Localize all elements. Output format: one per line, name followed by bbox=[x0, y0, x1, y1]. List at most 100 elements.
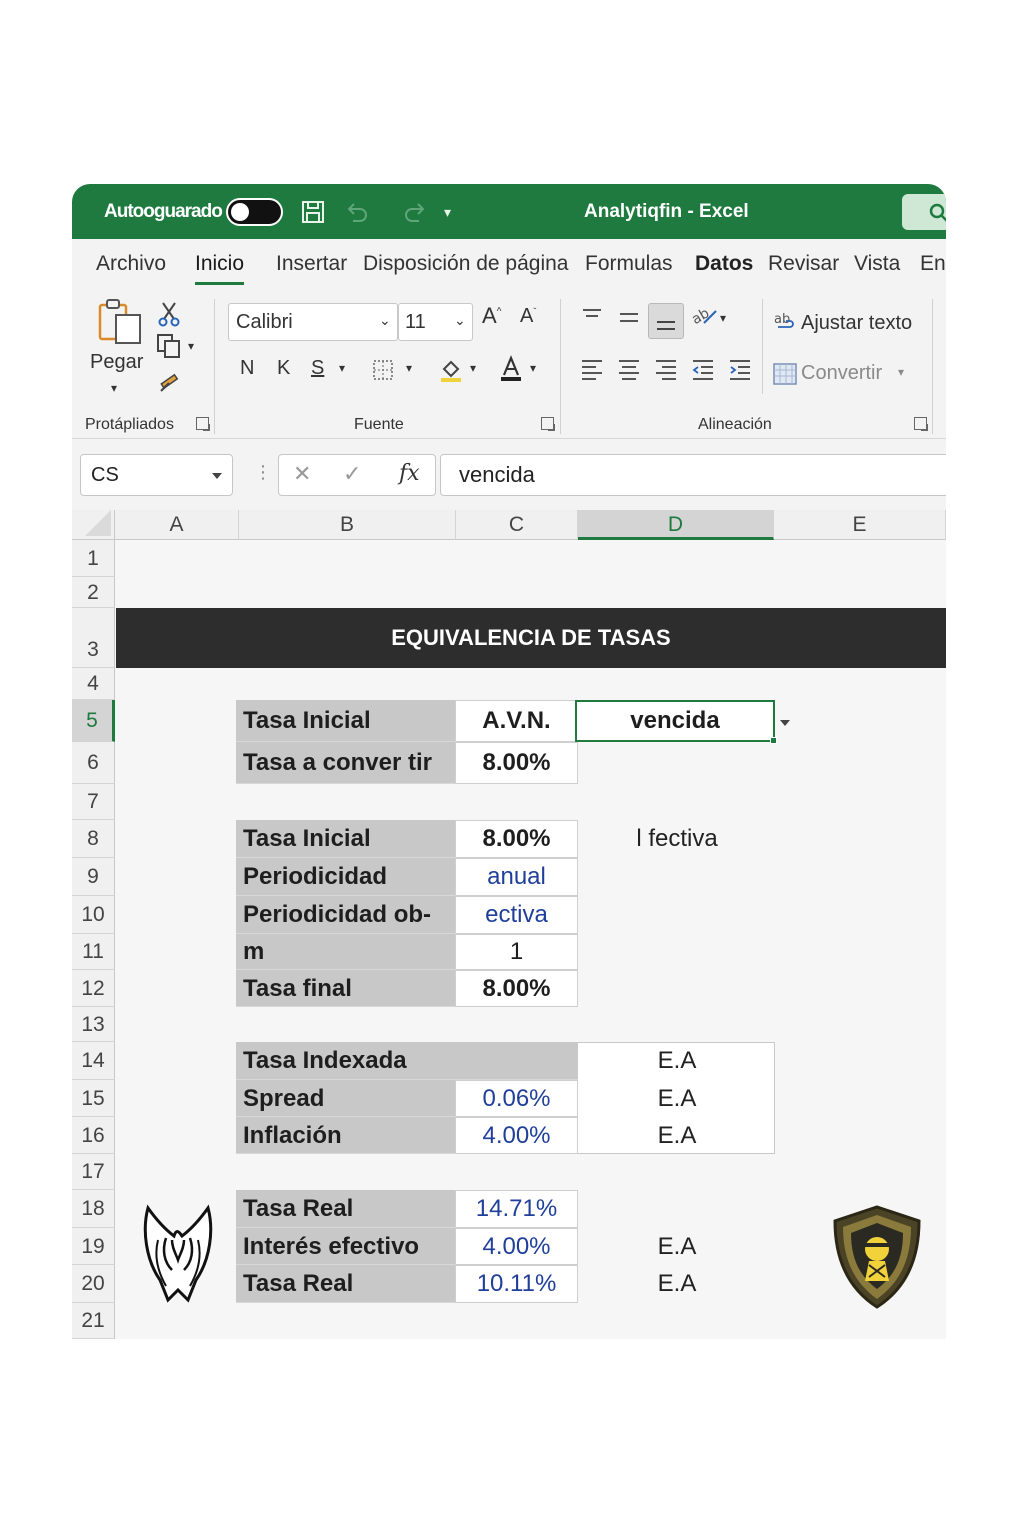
tab-disposicion[interactable]: Disposición de página bbox=[363, 252, 568, 276]
tab-insertar[interactable]: Insertar bbox=[276, 252, 347, 276]
cell-b15[interactable]: Spread bbox=[236, 1080, 456, 1117]
row-header-1[interactable]: 1 bbox=[72, 540, 115, 577]
row-header-19[interactable]: 19 bbox=[72, 1228, 115, 1265]
row-header-20[interactable]: 20 bbox=[72, 1265, 115, 1303]
align-left-icon[interactable] bbox=[580, 357, 604, 388]
cell-b11[interactable]: m bbox=[236, 934, 456, 970]
underline-button[interactable]: S bbox=[311, 357, 324, 380]
align-right-icon[interactable] bbox=[654, 357, 678, 388]
decrease-indent-icon[interactable] bbox=[691, 357, 715, 388]
underline-dropdown-icon[interactable]: ▾ bbox=[339, 361, 345, 375]
cell-d14[interactable]: E.A bbox=[632, 1042, 722, 1080]
column-header-b[interactable]: B bbox=[239, 510, 456, 540]
tab-en[interactable]: En bbox=[920, 252, 946, 276]
cell-c12[interactable]: 8.00% bbox=[455, 970, 578, 1007]
sheet-banner[interactable]: EQUIVALENCIA DE TASAS bbox=[116, 608, 946, 668]
cell-b18[interactable]: Tasa Real bbox=[236, 1190, 456, 1228]
cell-b19[interactable]: Interés efectivo bbox=[236, 1228, 456, 1265]
row-header-12[interactable]: 12 bbox=[72, 970, 115, 1007]
row-header-4[interactable]: 4 bbox=[72, 668, 115, 700]
font-size-box[interactable]: 11 ⌄ bbox=[398, 303, 473, 341]
merge-dropdown-icon[interactable]: ▾ bbox=[898, 365, 904, 379]
fill-color-dropdown-icon[interactable]: ▾ bbox=[470, 361, 476, 375]
cell-c10[interactable]: ectiva bbox=[455, 896, 578, 934]
name-box[interactable]: CS bbox=[80, 454, 233, 496]
font-color-icon[interactable] bbox=[498, 355, 524, 388]
cell-d8[interactable]: l fectiva bbox=[612, 820, 742, 858]
align-bottom-button[interactable] bbox=[648, 303, 684, 339]
paste-button[interactable] bbox=[96, 297, 146, 350]
row-header-14[interactable]: 14 bbox=[72, 1042, 115, 1080]
row-header-9[interactable]: 9 bbox=[72, 858, 115, 896]
row-header-16[interactable]: 16 bbox=[72, 1117, 115, 1154]
redo-icon[interactable] bbox=[402, 199, 428, 231]
column-header-c[interactable]: C bbox=[456, 510, 578, 540]
wrap-text-icon[interactable]: ab bbox=[774, 307, 798, 338]
search-button[interactable] bbox=[902, 194, 946, 230]
paste-dropdown-icon[interactable]: ▾ bbox=[111, 381, 117, 395]
orientation-icon[interactable]: ab bbox=[689, 303, 720, 334]
row-header-18[interactable]: 18 bbox=[72, 1190, 115, 1228]
align-top-icon[interactable] bbox=[580, 307, 604, 334]
italic-button[interactable]: K bbox=[277, 357, 290, 380]
row-header-3[interactable]: 3 bbox=[72, 608, 115, 668]
decrease-font-icon[interactable]: Aˇ bbox=[520, 305, 536, 328]
alignment-launcher-icon[interactable] bbox=[914, 417, 928, 431]
cell-b8[interactable]: Tasa Inicial bbox=[236, 820, 456, 858]
cell-c19[interactable]: 4.00% bbox=[455, 1228, 578, 1265]
row-header-8[interactable]: 8 bbox=[72, 820, 115, 858]
copy-dropdown-icon[interactable]: ▾ bbox=[188, 339, 194, 353]
column-header-e[interactable]: E bbox=[774, 510, 946, 540]
cell-b9[interactable]: Periodicidad bbox=[236, 858, 456, 896]
font-name-box[interactable]: Calibri ⌄ bbox=[228, 303, 398, 341]
enter-icon[interactable]: ✓ bbox=[343, 461, 361, 487]
merge-label[interactable]: Convertir bbox=[801, 362, 882, 385]
align-center-icon[interactable] bbox=[617, 357, 641, 388]
format-painter-icon[interactable] bbox=[157, 369, 183, 400]
copy-icon[interactable] bbox=[156, 333, 182, 364]
cell-b5[interactable]: Tasa Inicial bbox=[236, 700, 456, 742]
customize-qat-icon[interactable]: ▾ bbox=[444, 199, 451, 225]
borders-icon[interactable] bbox=[372, 359, 394, 386]
font-color-dropdown-icon[interactable]: ▾ bbox=[530, 361, 536, 375]
cell-c9[interactable]: anual bbox=[455, 858, 578, 896]
cell-d20[interactable]: E.A bbox=[632, 1265, 722, 1303]
align-middle-icon[interactable] bbox=[617, 307, 641, 334]
list-dropdown-icon[interactable] bbox=[780, 720, 790, 726]
cell-c5[interactable]: A.V.N. bbox=[455, 700, 578, 742]
clipboard-launcher-icon[interactable] bbox=[196, 417, 210, 431]
cell-d5-active[interactable]: vencida bbox=[575, 700, 777, 744]
cell-b10[interactable]: Periodicidad ob- bbox=[236, 896, 456, 934]
paste-label[interactable]: Pegar bbox=[90, 351, 143, 374]
cell-b6[interactable]: Tasa a conver tir bbox=[236, 742, 456, 784]
tab-revisar[interactable]: Revisar bbox=[768, 252, 839, 276]
row-header-17[interactable]: 17 bbox=[72, 1154, 115, 1190]
merge-icon[interactable] bbox=[772, 362, 798, 391]
row-header-6[interactable]: 6 bbox=[72, 742, 115, 784]
tab-datos[interactable]: Datos bbox=[695, 252, 753, 276]
cancel-icon[interactable]: ✕ bbox=[293, 461, 311, 487]
bold-button[interactable]: N bbox=[240, 357, 254, 380]
row-header-10[interactable]: 10 bbox=[72, 896, 115, 934]
cell-b16[interactable]: Inflación bbox=[236, 1117, 456, 1154]
cell-d19[interactable]: E.A bbox=[632, 1228, 722, 1265]
autosave-toggle[interactable] bbox=[226, 198, 283, 226]
cell-c6[interactable]: 8.00% bbox=[455, 742, 578, 784]
row-header-7[interactable]: 7 bbox=[72, 784, 115, 820]
formula-input[interactable]: vencida bbox=[440, 454, 946, 496]
save-icon[interactable] bbox=[300, 199, 326, 231]
cell-b12[interactable]: Tasa final bbox=[236, 970, 456, 1007]
cell-c8[interactable]: 8.00% bbox=[455, 820, 578, 858]
row-header-15[interactable]: 15 bbox=[72, 1080, 115, 1117]
name-box-dropdown-icon[interactable] bbox=[212, 473, 222, 479]
tab-archivo[interactable]: Archivo bbox=[96, 252, 166, 276]
cell-c11[interactable]: 1 bbox=[455, 934, 578, 970]
column-header-a[interactable]: A bbox=[115, 510, 239, 540]
tab-formulas[interactable]: Formulas bbox=[585, 252, 673, 276]
row-header-21[interactable]: 21 bbox=[72, 1303, 115, 1339]
tab-inicio[interactable]: Inicio bbox=[195, 252, 245, 285]
font-name-dropdown-icon[interactable]: ⌄ bbox=[379, 312, 391, 329]
column-header-d[interactable]: D bbox=[578, 510, 774, 540]
increase-indent-icon[interactable] bbox=[728, 357, 752, 388]
row-header-11[interactable]: 11 bbox=[72, 934, 115, 970]
